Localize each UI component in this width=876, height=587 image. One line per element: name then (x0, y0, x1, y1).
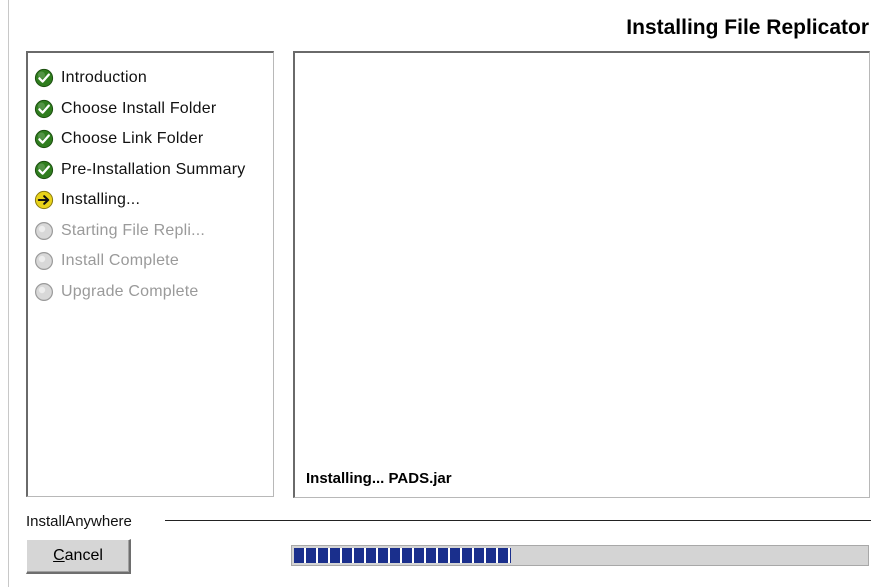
check-circle-icon (34, 129, 54, 149)
step-installing: Installing... (34, 188, 140, 212)
check-circle-icon (34, 160, 54, 180)
cancel-button[interactable]: Cancel (26, 539, 131, 574)
step-label: Starting File Repli... (61, 222, 206, 239)
page-title: Installing File Replicator (626, 16, 869, 39)
footer-divider (165, 520, 871, 521)
check-circle-icon (34, 68, 54, 88)
arrow-right-circle-icon (34, 190, 54, 210)
empty-circle-icon (35, 222, 53, 240)
installer-brand-label: InstallAnywhere (26, 513, 132, 530)
check-circle-icon (34, 99, 54, 119)
step-pre-installation-summary: Pre-Installation Summary (34, 158, 245, 182)
step-upgrade-complete: Upgrade Complete (34, 280, 199, 304)
step-label: Install Complete (61, 252, 179, 269)
steps-panel: Introduction Choose Install Folder Choos… (26, 51, 274, 497)
install-status-text: Installing... PADS.jar (306, 470, 452, 487)
step-introduction: Introduction (34, 66, 147, 90)
cancel-label-rest: ancel (64, 547, 103, 564)
install-progress-bar (291, 545, 869, 566)
window-left-edge (8, 0, 9, 587)
step-choose-install-folder: Choose Install Folder (34, 97, 216, 121)
empty-circle-icon (35, 252, 53, 270)
install-progress-fill (294, 548, 511, 563)
step-label: Introduction (61, 69, 148, 86)
step-label: Choose Link Folder (61, 130, 204, 147)
step-label: Installing... (61, 191, 141, 208)
empty-circle-icon (35, 283, 53, 301)
install-content-panel: Installing... PADS.jar (293, 51, 870, 498)
step-label: Choose Install Folder (61, 100, 217, 117)
step-starting-file-replicator: Starting File Repli... (34, 219, 205, 243)
step-choose-link-folder: Choose Link Folder (34, 127, 203, 151)
cancel-mnemonic: C (53, 547, 65, 564)
step-label: Pre-Installation Summary (61, 161, 246, 178)
step-label: Upgrade Complete (61, 283, 199, 300)
step-install-complete: Install Complete (34, 249, 179, 273)
